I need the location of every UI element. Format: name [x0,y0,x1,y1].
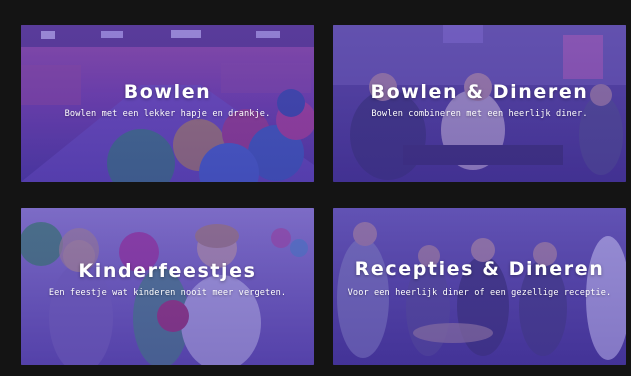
card-bowlen-dineren[interactable]: Bowlen & Dineren Bowlen combineren met e… [333,25,626,182]
card-overlay [333,208,626,365]
card-title: Kinderfeestjes [78,260,257,282]
card-title: Recepties & Dineren [354,258,605,280]
card-subtitle: Bowlen combineren met een heerlijk diner… [371,109,588,119]
card-overlay [21,208,314,365]
card-overlay [21,25,314,182]
card-title: Bowlen & Dineren [370,81,589,103]
card-kinderfeestjes[interactable]: Kinderfeestjes Een feestje wat kinderen … [21,208,314,365]
card-subtitle: Een feestje wat kinderen nooit meer verg… [48,288,287,298]
card-recepties-dineren[interactable]: Recepties & Dineren Voor een heerlijk di… [333,208,626,365]
card-bowlen[interactable]: Bowlen Bowlen met een lekker hapje en dr… [21,25,314,182]
card-overlay [333,25,626,182]
activity-grid: Bowlen Bowlen met een lekker hapje en dr… [0,0,631,376]
card-subtitle: Bowlen met een lekker hapje en drankje. [64,109,271,119]
card-subtitle: Voor een heerlijk diner of een gezellige… [347,288,612,298]
card-title: Bowlen [123,81,212,103]
